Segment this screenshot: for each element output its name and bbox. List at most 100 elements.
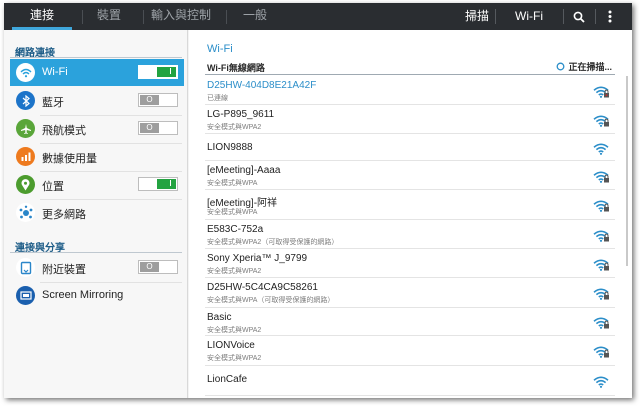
settings-sidebar: 網路連接 Wi-Fi 藍牙 O 飛航模式 O 數據使用量 位置 更多網路 連接與… [4, 30, 188, 398]
network-row[interactable]: LION9888 [205, 134, 615, 161]
network-row[interactable]: D25HW-404D8E21A42F 已連線 [205, 76, 615, 105]
action-divider [595, 9, 596, 24]
network-security: 安全模式與WPA2 [207, 268, 262, 275]
network-security: 安全模式與WPA2 [207, 327, 262, 334]
airplane-icon [16, 119, 35, 138]
sidebar-item-label: 藍牙 [42, 97, 64, 109]
sidebar-item-data-usage[interactable]: 數據使用量 [10, 143, 184, 170]
more-networks-icon [16, 203, 35, 222]
wifi-secured-signal-icon [593, 258, 609, 271]
network-row[interactable]: LG-P895_9611 安全模式與WPA2 [205, 105, 615, 134]
network-ssid: D25HW-5C4CA9C58261 [207, 282, 318, 293]
scanning-status: 正在掃描... [556, 60, 612, 73]
sidebar-item-wifi[interactable]: Wi-Fi [10, 59, 184, 86]
network-security: 已連線 [207, 95, 228, 102]
settings-window: 連接 裝置 輸入與控制 一般 掃描 Wi-Fi Direct 網路連接 [4, 3, 632, 398]
sidebar-item-more-networks[interactable]: 更多網路 [10, 199, 184, 226]
network-row[interactable]: E583C-752a 安全模式與WPA2（可取得受保護的網路） [205, 220, 615, 249]
toggle-on-mark [170, 68, 171, 74]
wifi-secured-signal-icon [593, 229, 609, 242]
network-row[interactable]: [eMeeting]-Aaaa 安全模式與WPA [205, 161, 615, 190]
sidebar-item-airplane-mode[interactable]: 飛航模式 O [10, 115, 184, 142]
network-security: 安全模式與WPA [207, 209, 258, 216]
wifi-secured-signal-icon [593, 345, 609, 358]
tab-divider [82, 10, 83, 24]
scrollbar[interactable] [626, 76, 628, 266]
sidebar-item-location[interactable]: 位置 [10, 171, 184, 198]
sidebar-item-label: 飛航模式 [42, 125, 86, 137]
tab-input-control[interactable]: 輸入與控制 [146, 3, 216, 30]
scanning-label: 正在掃描... [568, 62, 612, 72]
wifi-signal-icon [593, 375, 609, 388]
section-divider [10, 57, 182, 58]
wifi-secured-signal-icon [593, 287, 609, 300]
action-divider [495, 9, 496, 24]
header-divider [205, 74, 615, 75]
network-ssid: [eMeeting]-Aaaa [207, 165, 281, 176]
network-security: 安全模式與WPA（可取得受保護的網路） [207, 297, 335, 304]
nearby-devices-icon [16, 258, 35, 277]
nearby-devices-toggle[interactable]: O [138, 260, 178, 274]
bluetooth-toggle[interactable]: O [138, 93, 178, 107]
sidebar-item-screen-mirroring[interactable]: Screen Mirroring [10, 282, 184, 309]
wifi-panel: Wi-Fi Wi-Fi無線網路 正在掃描... D25HW-404D8E21A4… [189, 30, 632, 398]
network-ssid: LIONVoice [207, 340, 255, 351]
location-toggle[interactable] [138, 177, 178, 191]
top-bar: 連接 裝置 輸入與控制 一般 掃描 Wi-Fi Direct [4, 3, 632, 50]
tab-divider [226, 10, 227, 24]
tab-connections[interactable]: 連接 [12, 3, 72, 30]
sidebar-item-label: 位置 [42, 181, 64, 193]
sidebar-item-label: Screen Mirroring [42, 289, 124, 301]
search-icon[interactable] [569, 3, 589, 30]
sidebar-item-label: 更多網路 [42, 209, 86, 221]
location-icon [16, 175, 35, 194]
tab-device[interactable]: 裝置 [84, 3, 134, 30]
toggle-track [140, 67, 158, 77]
action-divider [563, 9, 564, 24]
network-ssid: LionCafe [207, 374, 248, 385]
bluetooth-icon [16, 91, 35, 110]
sidebar-item-label: 附近裝置 [42, 264, 86, 276]
network-security: 安全模式與WPA2 [207, 355, 262, 362]
network-ssid: E583C-752a [207, 224, 264, 235]
wifi-direct-button[interactable]: Wi-Fi Direct [498, 3, 560, 50]
page-title: Wi-Fi [207, 43, 233, 55]
more-vert-icon[interactable] [602, 3, 618, 30]
screen-mirroring-icon [16, 286, 35, 305]
sidebar-item-bluetooth[interactable]: 藍牙 O [10, 87, 184, 114]
wifi-signal-icon [593, 142, 609, 155]
section-divider [10, 252, 182, 253]
network-row[interactable]: Basic 安全模式與WPA2 [205, 308, 615, 336]
network-security: 安全模式與WPA2 [207, 124, 262, 131]
airplane-toggle[interactable]: O [138, 121, 178, 135]
network-row[interactable]: LIONVoice 安全模式與WPA2 [205, 336, 615, 366]
data-usage-icon [16, 147, 35, 166]
wifi-secured-signal-icon [593, 199, 609, 212]
toggle-knob-on [157, 179, 176, 189]
tab-divider [143, 10, 144, 24]
sidebar-item-label: Wi-Fi [42, 66, 68, 78]
wifi-secured-signal-icon [593, 85, 609, 98]
network-row[interactable]: D25HW-5C4CA9C58261 安全模式與WPA（可取得受保護的網路） [205, 278, 615, 308]
wifi-secured-signal-icon [593, 170, 609, 183]
toggle-knob-on [157, 67, 176, 77]
wifi-secured-signal-icon [593, 114, 609, 127]
network-row[interactable]: [eMeeting]-阿祥 安全模式與WPA [205, 190, 615, 220]
scan-button[interactable]: 掃描 [462, 3, 492, 30]
network-ssid: Basic [207, 312, 232, 323]
sidebar-item-label: 數據使用量 [42, 153, 97, 165]
wifi-secured-signal-icon [593, 316, 609, 329]
network-row[interactable]: LionCafe [205, 366, 615, 396]
network-ssid: LG-P895_9611 [207, 109, 275, 120]
toggle-knob-off: O [140, 95, 159, 105]
toggle-knob-off: O [140, 262, 159, 272]
network-security: 安全模式與WPA2（可取得受保護的網路） [207, 239, 339, 246]
wifi-toggle[interactable] [138, 65, 178, 79]
network-ssid: LION9888 [207, 142, 253, 153]
network-row[interactable]: Sony Xperia™ J_9799 安全模式與WPA2 [205, 249, 615, 278]
network-list-header: Wi-Fi無線網路 [207, 63, 265, 73]
sidebar-item-nearby-devices[interactable]: 附近裝置 O [10, 254, 184, 281]
tab-general[interactable]: 一般 [230, 3, 280, 30]
network-security: 安全模式與WPA [207, 180, 258, 187]
toggle-on-mark [170, 180, 171, 186]
